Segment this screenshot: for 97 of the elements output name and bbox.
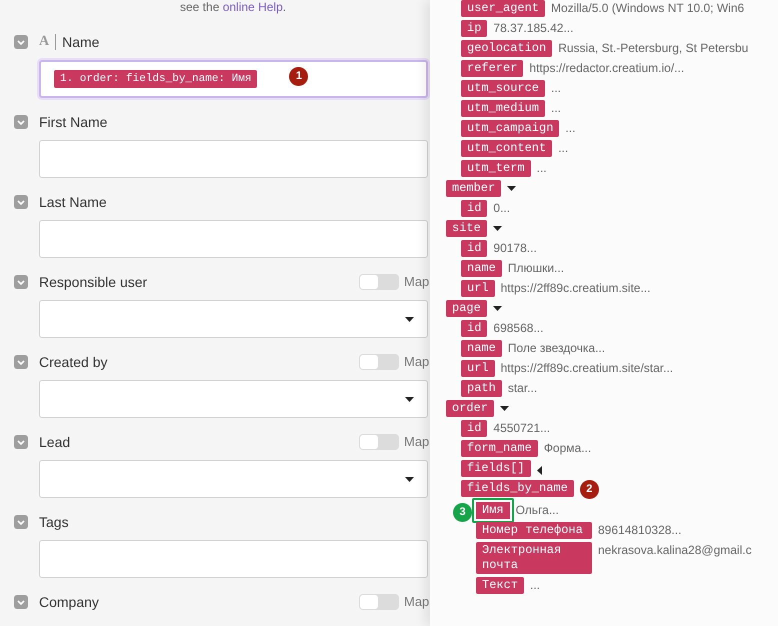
- data-key-tag[interactable]: utm_term: [461, 160, 531, 177]
- data-value: star...: [508, 380, 538, 396]
- collapse-toggle-icon[interactable]: [14, 595, 28, 609]
- step-badge: 2: [580, 480, 599, 499]
- data-value: https://2ff89c.creatium.site...: [500, 280, 650, 296]
- data-value: 698568...: [493, 320, 544, 336]
- data-value: ...: [530, 577, 540, 593]
- data-key-tag[interactable]: path: [461, 380, 502, 397]
- data-key-tag[interactable]: utm_campaign: [461, 120, 560, 137]
- data-key-tag[interactable]: fields_by_name: [461, 480, 574, 497]
- field-label: Company: [39, 592, 99, 612]
- map-toggle[interactable]: [359, 434, 399, 450]
- field-label: Tags: [39, 512, 69, 532]
- data-value: Плюшки...: [508, 260, 564, 276]
- collapse-toggle-icon[interactable]: [14, 195, 28, 209]
- data-key-tag[interactable]: referer: [461, 60, 524, 77]
- data-key-tag[interactable]: ip: [461, 20, 488, 37]
- expand-caret-icon[interactable]: [492, 306, 502, 311]
- mapped-value-tag[interactable]: 1. order: fields_by_name: Имя: [54, 70, 258, 88]
- data-key-tag[interactable]: name: [461, 340, 502, 357]
- field-label: Last Name: [39, 192, 107, 212]
- field-label: Created by: [39, 352, 108, 372]
- map-label: Map: [404, 273, 428, 292]
- data-key-tag[interactable]: utm_content: [461, 140, 552, 157]
- dropdown-caret-icon[interactable]: [405, 316, 414, 322]
- input-field[interactable]: 1. order: fields_by_name: Имя 1: [39, 60, 428, 98]
- data-value: Mozilla/5.0 (Windows NT 10.0; Win6: [551, 0, 744, 16]
- collapse-toggle-icon[interactable]: [14, 515, 28, 529]
- data-key-tag[interactable]: name: [461, 260, 502, 277]
- collapse-toggle-icon[interactable]: [14, 115, 28, 129]
- collapse-toggle-icon[interactable]: [14, 35, 28, 49]
- data-value: 89614810328...: [598, 522, 682, 538]
- input-field[interactable]: [39, 140, 428, 178]
- step-badge: 3: [453, 503, 472, 522]
- data-key-tag[interactable]: site: [446, 220, 487, 237]
- dropdown-caret-icon[interactable]: [405, 396, 414, 402]
- data-key-tag[interactable]: utm_source: [461, 80, 546, 97]
- data-key-tag[interactable]: id: [461, 320, 488, 337]
- input-field[interactable]: [39, 540, 428, 578]
- field-label: Lead: [39, 432, 70, 452]
- data-key-tag[interactable]: id: [461, 420, 488, 437]
- field-label: Name: [62, 32, 100, 52]
- data-key-tag[interactable]: url: [461, 280, 495, 297]
- help-text: see the online Help.: [179, 0, 288, 14]
- map-label: Map: [404, 593, 428, 612]
- data-value: Форма...: [544, 440, 592, 456]
- collapsed-caret-icon[interactable]: [536, 466, 542, 475]
- data-key-tag[interactable]: form_name: [461, 440, 538, 457]
- map-toggle[interactable]: [359, 594, 399, 610]
- data-key-tag[interactable]: url: [461, 360, 495, 377]
- data-value: ...: [536, 160, 547, 176]
- data-key-tag[interactable]: user_agent: [461, 0, 546, 17]
- map-toggle[interactable]: [359, 354, 399, 370]
- dropdown-field[interactable]: [39, 460, 428, 498]
- dropdown-field[interactable]: [39, 380, 428, 418]
- data-key-tag[interactable]: Номер телефона: [476, 522, 592, 539]
- dropdown-caret-icon[interactable]: [405, 476, 414, 482]
- data-value: 90178...: [493, 240, 537, 256]
- data-value: 4550721...: [493, 420, 550, 436]
- map-label: Map: [404, 353, 428, 372]
- data-value: Ольга...: [516, 502, 559, 518]
- data-value: ...: [565, 120, 576, 136]
- data-key-tag[interactable]: utm_medium: [461, 100, 546, 117]
- data-key-tag[interactable]: fields[]: [461, 460, 531, 477]
- help-link[interactable]: online Help: [222, 0, 283, 14]
- data-value: Поле звездочка...: [508, 340, 606, 356]
- expand-caret-icon[interactable]: [507, 186, 516, 191]
- data-key-tag[interactable]: geolocation: [461, 40, 552, 57]
- collapse-toggle-icon[interactable]: [14, 435, 28, 449]
- field-label: Responsible user: [39, 272, 148, 292]
- data-value: ...: [551, 80, 562, 96]
- data-value: 0...: [493, 200, 510, 216]
- map-label: Map: [404, 433, 428, 452]
- data-key-tag[interactable]: Текст: [476, 577, 524, 594]
- data-value: https://2ff89c.creatium.site/star...: [500, 360, 674, 376]
- data-key-tag[interactable]: id: [461, 240, 488, 257]
- field-label: First Name: [39, 112, 108, 132]
- data-key-tag[interactable]: Имя: [472, 498, 514, 523]
- expand-caret-icon[interactable]: [492, 226, 502, 231]
- collapse-toggle-icon[interactable]: [14, 275, 28, 289]
- data-key-tag[interactable]: order: [446, 400, 494, 417]
- data-value: ...: [558, 140, 568, 156]
- data-value: ...: [551, 100, 562, 116]
- data-key-tag[interactable]: id: [461, 200, 488, 217]
- collapse-toggle-icon[interactable]: [14, 355, 28, 369]
- map-toggle[interactable]: [359, 274, 399, 290]
- data-value: Russia, St.-Petersburg, St Petersbu: [558, 40, 748, 56]
- data-value: https://redactor.creatium.io/...: [529, 60, 684, 76]
- expand-caret-icon[interactable]: [500, 406, 510, 411]
- data-value: 78.37.185.42...: [493, 20, 574, 36]
- dropdown-field[interactable]: [39, 300, 428, 338]
- step-badge: 1: [289, 66, 308, 86]
- data-key-tag[interactable]: Электронная почта: [476, 542, 592, 574]
- data-key-tag[interactable]: page: [446, 300, 487, 317]
- data-value: nekrasova.kalina28@gmail.c: [598, 542, 752, 558]
- input-field[interactable]: [39, 220, 428, 258]
- data-key-tag[interactable]: member: [446, 180, 502, 197]
